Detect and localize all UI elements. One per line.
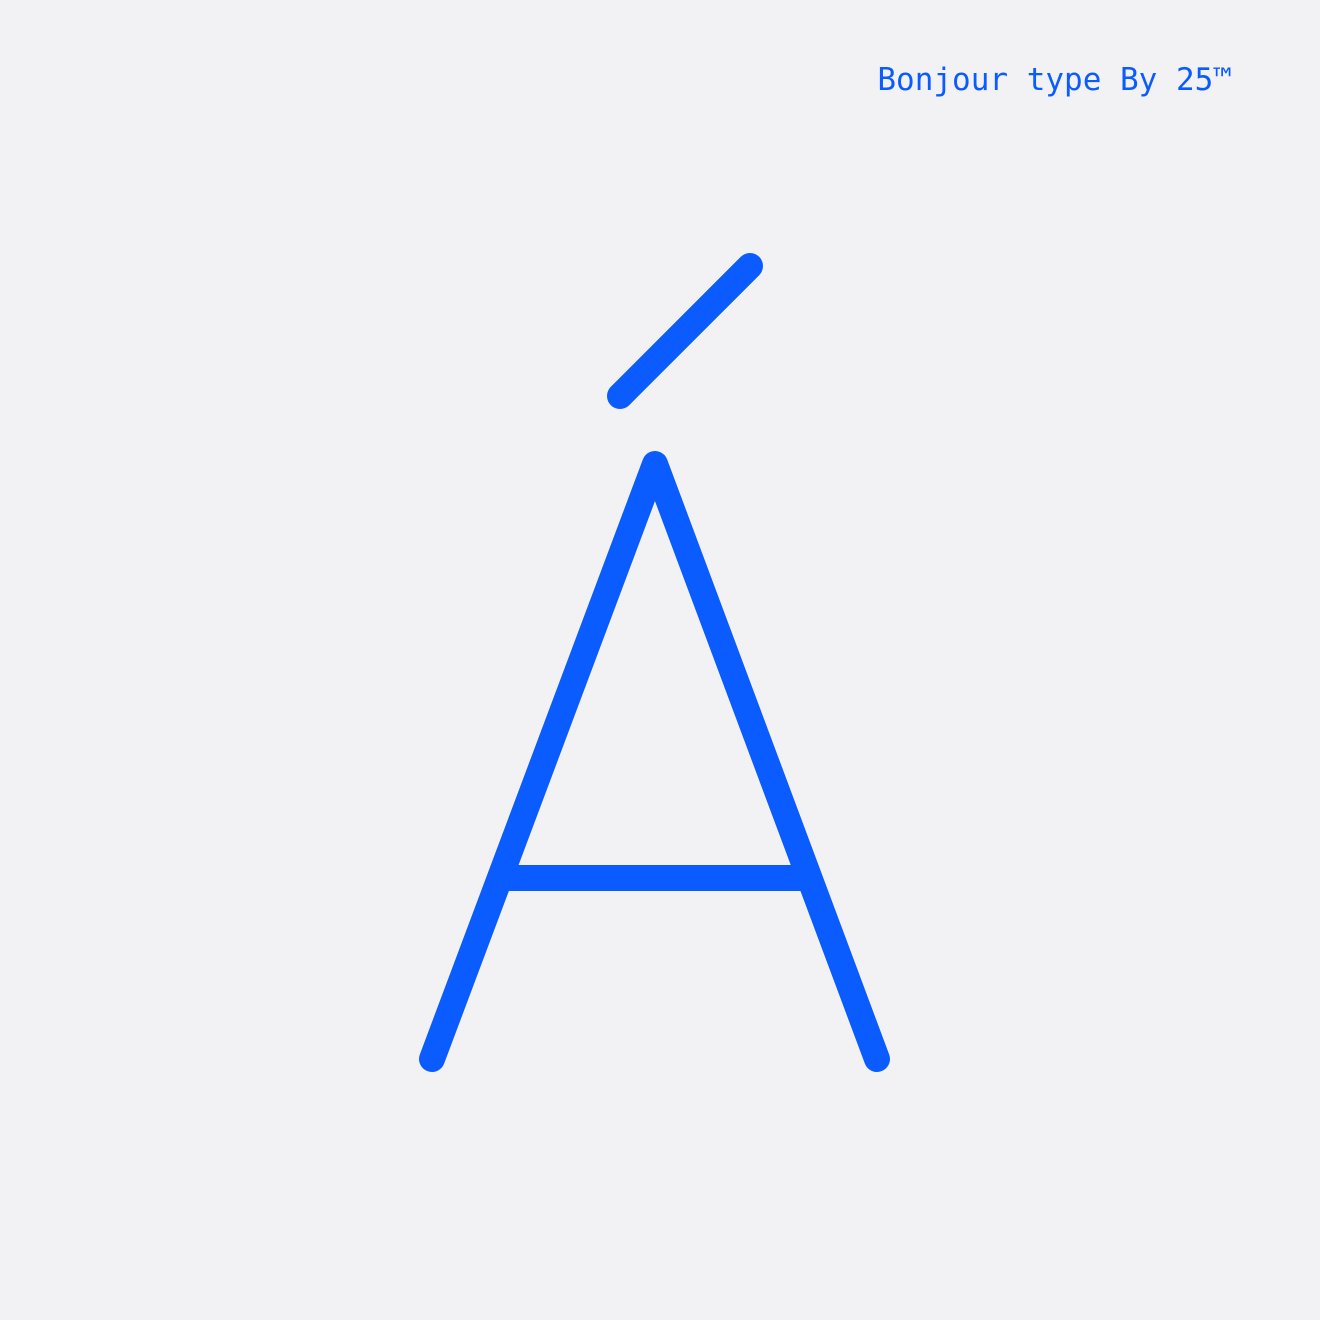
specimen-card: Bonjour type By 25™ bbox=[0, 0, 1320, 1320]
letter-a-legs-stroke bbox=[419, 451, 890, 1072]
a-acute-glyph-icon bbox=[419, 253, 890, 1072]
acute-accent-stroke bbox=[607, 253, 763, 409]
